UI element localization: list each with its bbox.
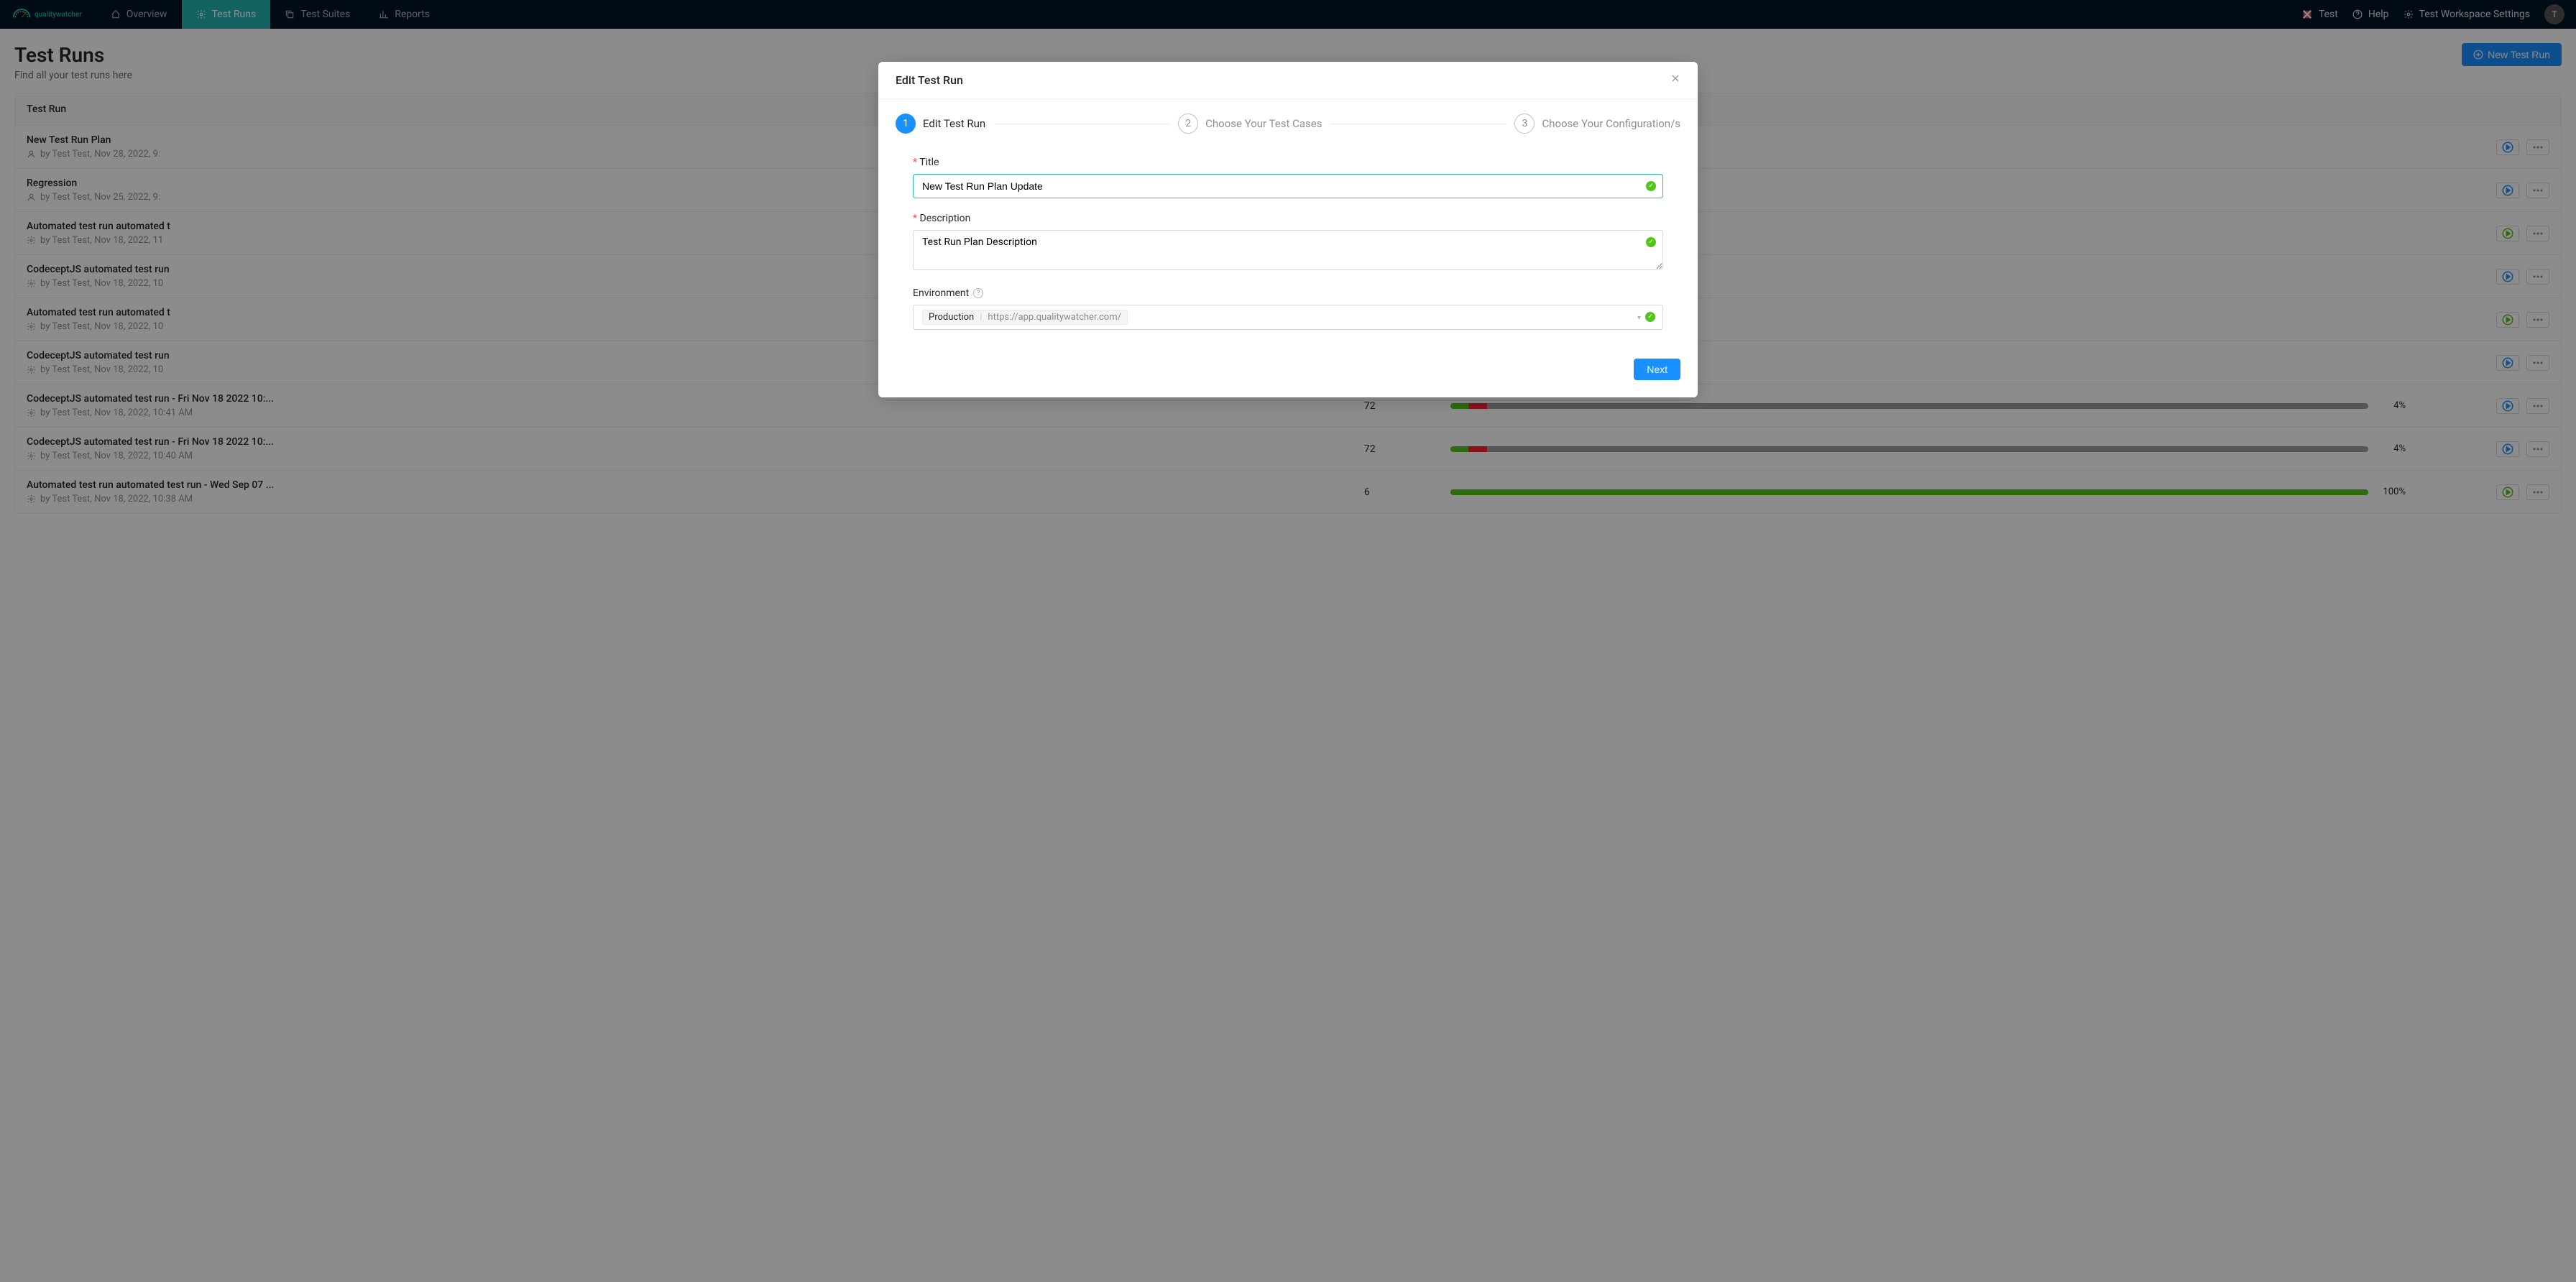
check-icon <box>1645 312 1655 322</box>
step-3: 3 Choose Your Configuration/s <box>1514 114 1680 134</box>
environment-label: Environment <box>913 287 969 299</box>
step-1: 1 Edit Test Run <box>896 114 985 134</box>
question-icon[interactable]: ? <box>973 288 983 298</box>
steps: 1 Edit Test Run 2 Choose Your Test Cases… <box>896 114 1680 134</box>
modal-title: Edit Test Run <box>896 73 963 87</box>
chevron-down-icon: ▾ <box>1637 314 1641 322</box>
check-icon <box>1646 237 1656 247</box>
check-icon <box>1646 181 1656 191</box>
edit-test-run-modal: Edit Test Run 1 Edit Test Run 2 Choose Y… <box>878 62 1698 397</box>
description-label: Description <box>913 213 1663 224</box>
close-icon <box>1670 73 1680 83</box>
next-button[interactable]: Next <box>1634 359 1680 380</box>
modal-overlay: Edit Test Run 1 Edit Test Run 2 Choose Y… <box>0 0 2576 1282</box>
environment-tag: Production | https://app.qualitywatcher.… <box>922 310 1128 325</box>
description-input[interactable] <box>913 230 1663 270</box>
environment-select[interactable]: Production | https://app.qualitywatcher.… <box>913 305 1663 330</box>
title-input[interactable] <box>913 174 1663 198</box>
close-button[interactable] <box>1670 73 1680 87</box>
step-2: 2 Choose Your Test Cases <box>1178 114 1322 134</box>
title-label: Title <box>913 157 1663 168</box>
